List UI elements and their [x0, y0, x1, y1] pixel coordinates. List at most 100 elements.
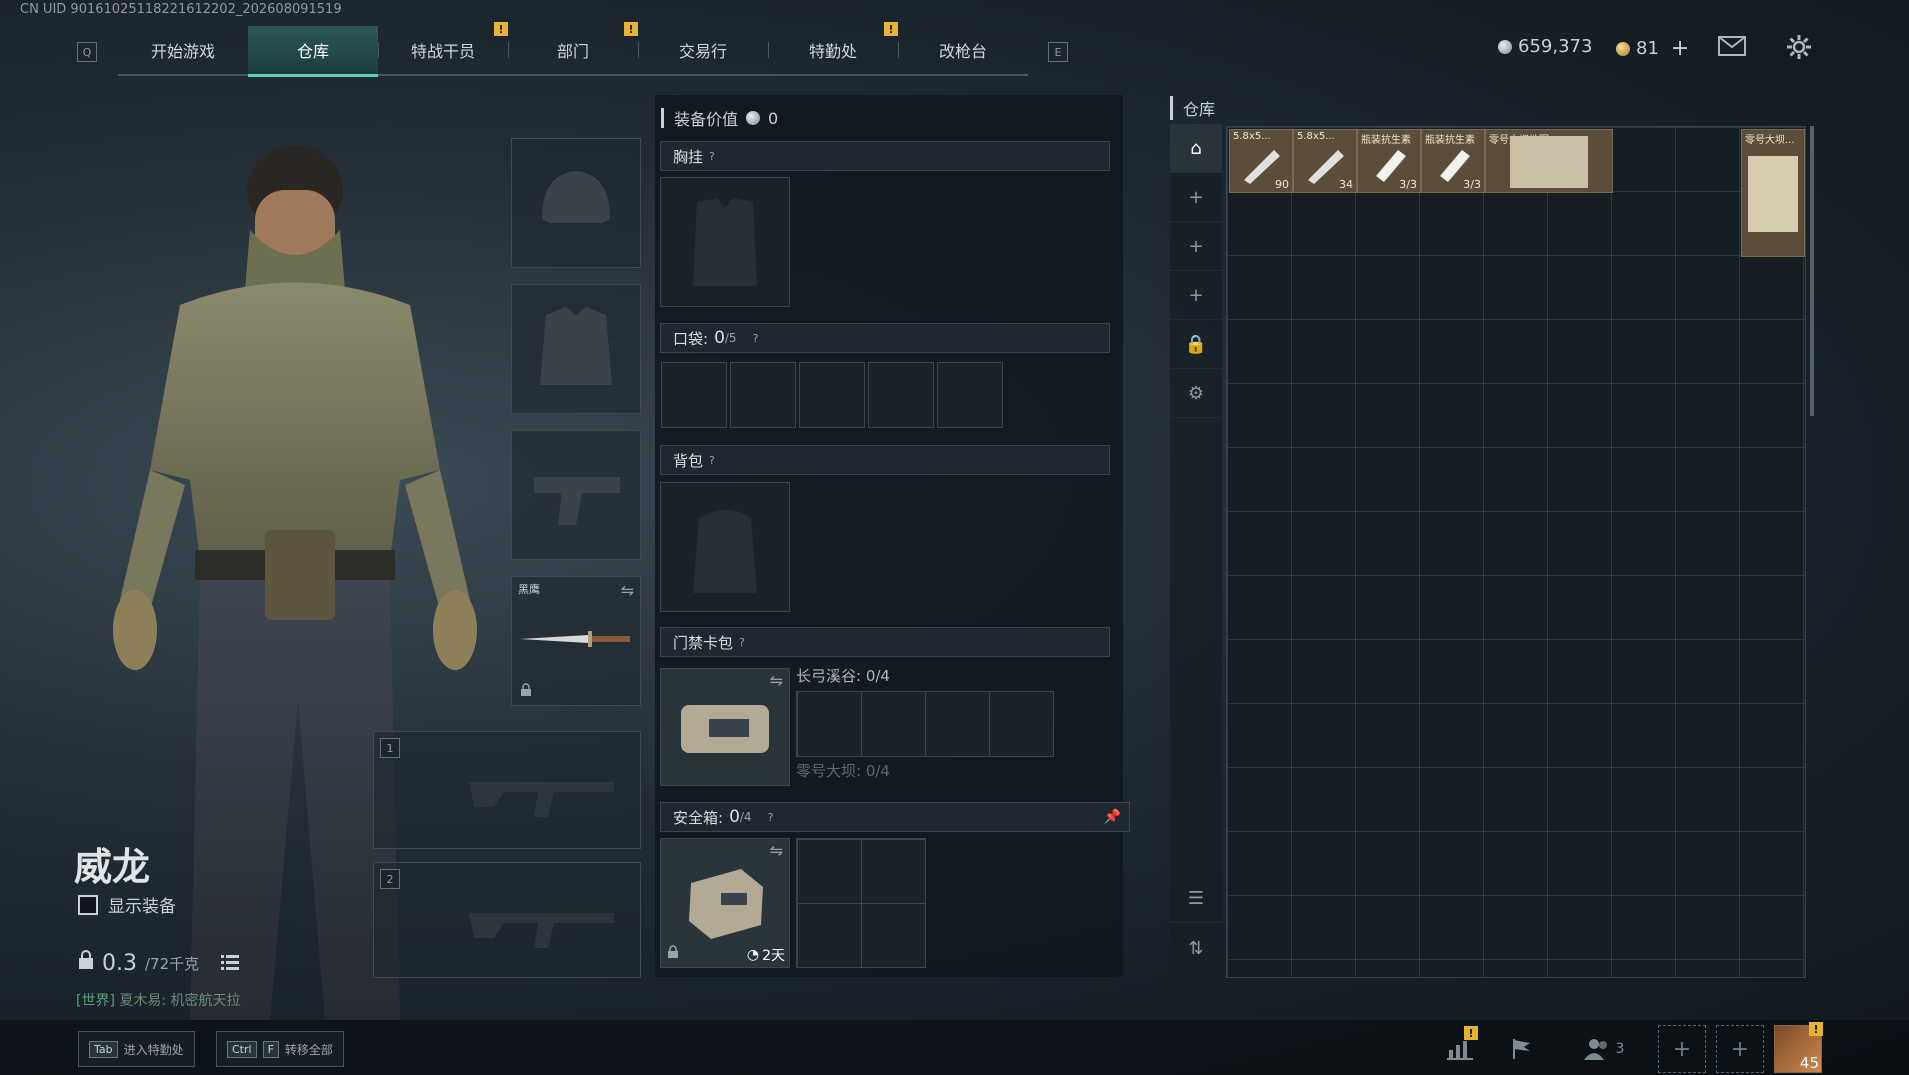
warehouse-item[interactable]: 零号大坝... [1741, 129, 1805, 257]
pin-icon[interactable]: 📌 [1104, 809, 1121, 825]
helmet-slot[interactable] [511, 138, 641, 268]
enter-special-ops-hint[interactable]: Tab 进入特勤处 [78, 1031, 195, 1067]
checkbox[interactable] [78, 894, 98, 915]
player-avatar[interactable]: ! 45 [1774, 1022, 1823, 1073]
flag-icon[interactable] [1500, 1028, 1544, 1070]
world-chat[interactable]: [世界] 夏木易: 机密航天拉 [76, 990, 241, 1010]
warehouse-scrollbar[interactable] [1810, 126, 1814, 416]
pocket-slot[interactable] [868, 362, 934, 428]
weapon-slot-number: 1 [380, 738, 400, 758]
help-icon[interactable]: ? [768, 811, 774, 824]
primary-weapon-slot-1[interactable]: 1 [373, 731, 641, 849]
gold-coin-icon [1616, 41, 1630, 56]
backpack-label: 背包 [673, 451, 704, 470]
warehouse-settings[interactable]: ⚙ [1170, 369, 1222, 418]
backpack-slot[interactable] [660, 482, 790, 612]
gear-icon: ⚙ [1187, 382, 1205, 404]
safebox-count: 0 [729, 807, 740, 827]
mail-icon[interactable] [1718, 36, 1746, 60]
tab-label: 开始游戏 [150, 42, 215, 61]
gold-currency: 81 + [1616, 36, 1689, 61]
pistol-slot[interactable] [511, 430, 641, 560]
nav-next-key[interactable]: E [1048, 42, 1068, 62]
transfer-all-hint[interactable]: Ctrl F 转移全部 [216, 1031, 344, 1067]
tab-operators[interactable]: 特战干员! [378, 22, 508, 74]
warehouse-item[interactable]: 零号大坝地图 [1485, 129, 1613, 193]
chest-rig-slot[interactable] [660, 177, 790, 307]
swap-icon[interactable]: ⇋ [770, 841, 783, 860]
swap-icon[interactable]: ⇋ [770, 671, 783, 690]
warehouse-sidebar: ⌂ + + + 🔒 ⚙ ☰ ⇅ [1170, 124, 1222, 976]
alert-badge: ! [1809, 1022, 1823, 1036]
help-icon[interactable]: ? [709, 454, 715, 467]
safebox-slot[interactable]: ⇋ ◔ 2天 [660, 838, 790, 968]
warehouse-item[interactable]: 5.8x5... 90 [1229, 129, 1293, 193]
pockets-label: 口袋: [673, 329, 709, 348]
tab-warehouse[interactable]: 仓库 [248, 26, 378, 77]
tab-label: 交易行 [678, 42, 727, 61]
tab-gunsmith[interactable]: 改枪台 [898, 26, 1028, 74]
warehouse-item[interactable]: 5.8x5... 34 [1293, 129, 1357, 193]
tab-label: 改枪台 [938, 42, 987, 61]
add-page-button[interactable]: + [1170, 271, 1222, 320]
nav-prev-key[interactable]: Q [77, 42, 97, 62]
warehouse-item[interactable]: 瓶装抗生素 3/3 [1357, 129, 1421, 193]
keycard-case-slot[interactable]: ⇋ [660, 668, 790, 786]
item-count: 90 [1275, 178, 1289, 191]
stats-icon[interactable]: ! [1438, 1026, 1482, 1070]
show-equipment-toggle[interactable]: 显示装备 [78, 892, 176, 917]
tab-special-ops[interactable]: 特勤处! [768, 22, 898, 74]
settings-icon[interactable] [1786, 34, 1812, 64]
hint-label: 进入特勤处 [123, 1042, 184, 1057]
lock-icon [78, 950, 94, 976]
help-icon[interactable]: ? [753, 332, 759, 345]
armor-slot[interactable] [511, 284, 641, 414]
pocket-slot[interactable] [799, 362, 865, 428]
world-chat-message: 夏木易: 机密航天拉 [119, 993, 241, 1009]
tab-department[interactable]: 部门! [508, 22, 638, 74]
pistol-icon [534, 477, 620, 525]
keycard-slots[interactable] [796, 691, 1054, 757]
alert-badge: ! [624, 22, 638, 36]
melee-label: 黑鹰 [518, 583, 540, 596]
pocket-slot[interactable] [661, 362, 727, 428]
tab-start-game[interactable]: 开始游戏 [118, 26, 248, 74]
plus-icon: + [1672, 1036, 1692, 1062]
list-icon[interactable] [221, 951, 240, 976]
primary-weapon-slot-2[interactable]: 2 [373, 862, 641, 978]
chest-rig-header: 胸挂? [660, 141, 1110, 171]
plus-icon: + [1188, 284, 1204, 306]
swap-icon[interactable]: ⇋ [621, 581, 634, 600]
equipment-value-label: 装备价值 [674, 110, 739, 129]
invite-slot[interactable]: + [1658, 1025, 1706, 1073]
invite-slot[interactable]: + [1716, 1025, 1764, 1073]
add-page-button[interactable]: + [1170, 173, 1222, 222]
plus-icon: + [1188, 186, 1204, 208]
safebox-time: 2天 [762, 948, 785, 964]
friends-button[interactable]: 3 [1574, 1028, 1634, 1070]
melee-slot[interactable]: 黑鹰 ⇋ [511, 576, 641, 706]
item-name: 5.8x5... [1233, 131, 1271, 142]
pockets-capacity: /5 [724, 331, 737, 345]
safebox-grid[interactable] [796, 838, 926, 968]
help-icon[interactable]: ? [709, 150, 715, 163]
gold-amount: 81 [1636, 38, 1659, 59]
warehouse-grid[interactable]: 5.8x5... 90 5.8x5... 34 瓶装抗生素 3/3 瓶装抗生素 … [1226, 126, 1806, 978]
silver-coin-icon [746, 111, 761, 125]
warehouse-item[interactable]: 瓶装抗生素 3/3 [1421, 129, 1485, 193]
add-page-button[interactable]: + [1170, 222, 1222, 271]
warehouse-page-main[interactable]: ⌂ [1170, 124, 1222, 173]
pocket-slot[interactable] [730, 362, 796, 428]
tab-trade[interactable]: 交易行 [638, 26, 768, 74]
stack-button[interactable]: ☰ [1170, 874, 1222, 923]
help-icon[interactable]: ? [739, 636, 745, 649]
lock-icon [520, 682, 532, 701]
keycard-case-icon [681, 705, 769, 753]
backpack-header: 背包? [660, 445, 1110, 475]
safebox-header: 安全箱: 0/4 ? 📌 [660, 802, 1130, 832]
add-gold-button[interactable]: + [1671, 36, 1689, 61]
pocket-slot[interactable] [937, 362, 1003, 428]
sort-button[interactable]: ⇅ [1170, 924, 1222, 972]
knife-icon [520, 631, 630, 647]
locked-page[interactable]: 🔒 [1170, 320, 1222, 369]
